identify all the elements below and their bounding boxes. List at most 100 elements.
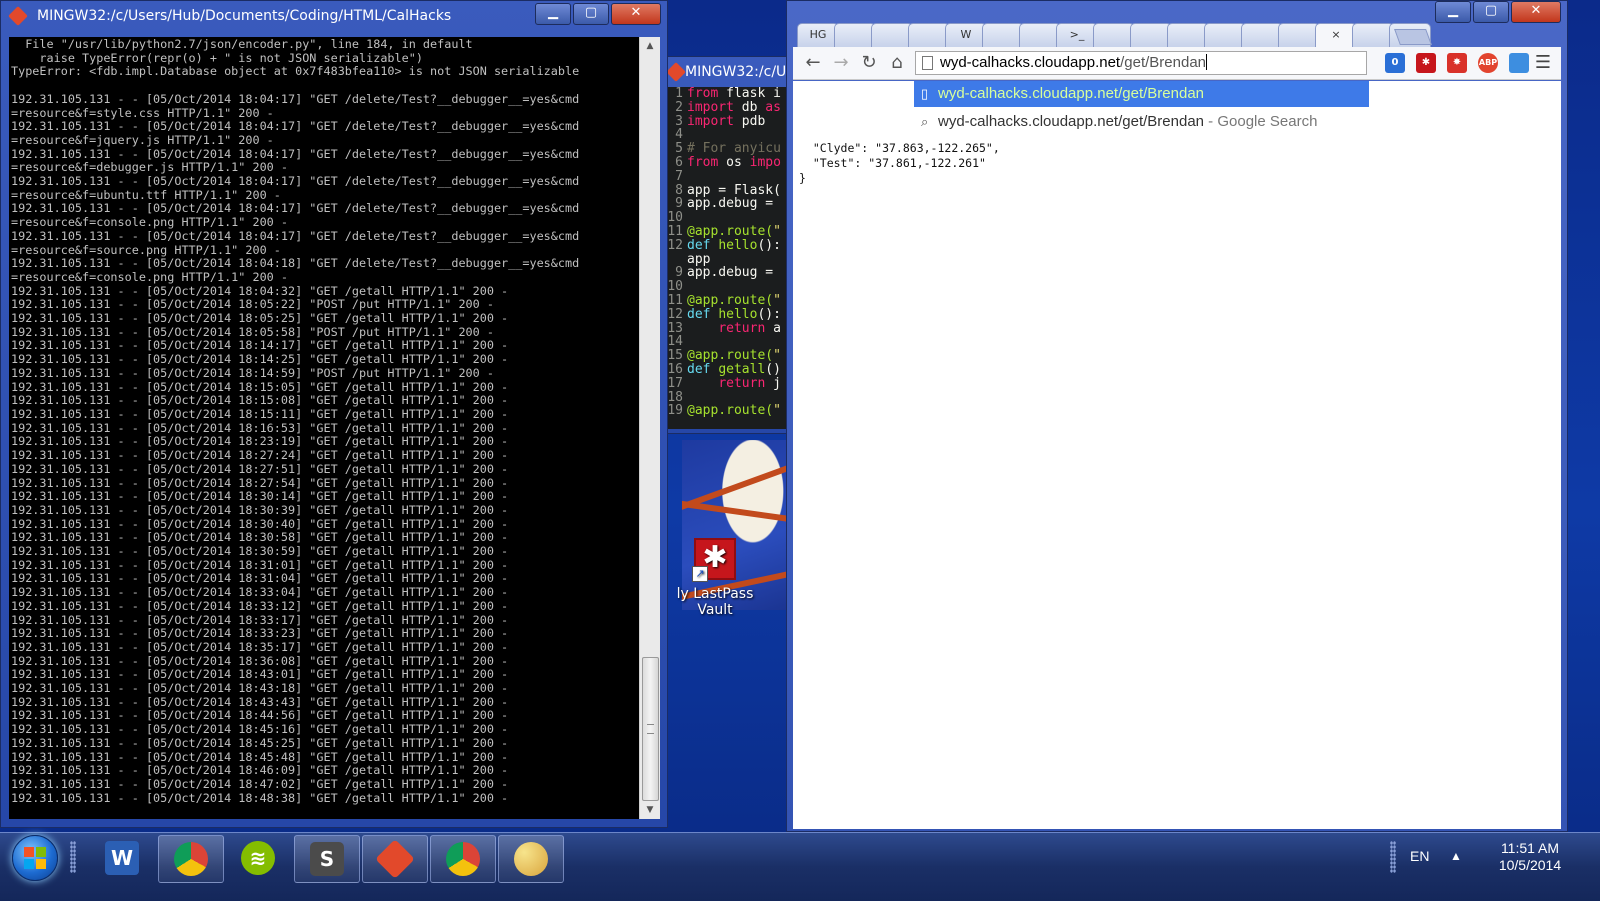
address-bar[interactable]: wyd-calhacks.cloudapp.net/get/Brendan bbox=[915, 51, 1367, 75]
clock-time: 11:51 AM bbox=[1500, 840, 1560, 856]
browser-tab[interactable] bbox=[982, 23, 1024, 48]
terminal-titlebar[interactable]: MINGW32:/c/Users/Hub/Documents/Coding/HT… bbox=[1, 1, 667, 31]
taskbar-paint-button[interactable] bbox=[498, 835, 564, 883]
code-line: 4 bbox=[667, 128, 797, 142]
page-icon bbox=[922, 56, 933, 70]
reload-icon[interactable]: ↻ bbox=[857, 51, 881, 75]
taskbar-git-button[interactable] bbox=[362, 835, 428, 883]
line-number: 1 bbox=[675, 87, 683, 101]
page-content: "Clyde": "37.863,-122.265", "Test": "37.… bbox=[793, 81, 1561, 829]
code-line: 19 @app.route(" bbox=[667, 404, 797, 418]
code-line: 16 def getall() bbox=[667, 363, 797, 377]
browser-window[interactable]: HG W >_ × ▁ ▢ ✕ ← → ↻ ⌂ wyd-calhacks.clouda… bbox=[786, 0, 1568, 832]
desktop-icon-label-line1: ly LastPass bbox=[676, 586, 754, 602]
menu-icon[interactable]: ☰ bbox=[1533, 53, 1553, 73]
terminal-scrollbar[interactable]: ▲ ▼ bbox=[639, 37, 660, 819]
code-token: def bbox=[687, 306, 719, 322]
scroll-up-icon[interactable]: ▲ bbox=[640, 37, 660, 55]
taskbar-chrome-button[interactable] bbox=[430, 835, 496, 883]
browser-toolbar: ← → ↻ ⌂ wyd-calhacks.cloudapp.net/get/Br… bbox=[793, 47, 1561, 80]
language-indicator[interactable]: EN bbox=[1410, 848, 1429, 864]
extension-icon[interactable]: ABP bbox=[1478, 53, 1498, 73]
browser-tab[interactable] bbox=[1167, 23, 1209, 48]
browser-tab[interactable]: >_ bbox=[1056, 23, 1098, 48]
code-token: (): bbox=[757, 306, 781, 322]
home-icon[interactable]: ⌂ bbox=[885, 51, 909, 75]
code-token: (): bbox=[757, 237, 781, 253]
scroll-down-icon[interactable]: ▼ bbox=[640, 801, 660, 819]
editor-window-title: MINGW32:/c/Us bbox=[685, 64, 794, 80]
browser-tab[interactable] bbox=[1204, 23, 1246, 48]
taskbar-word-button[interactable]: W bbox=[90, 835, 154, 881]
taskbar-sublime-button[interactable]: S bbox=[294, 835, 360, 883]
code-token: impo bbox=[749, 154, 781, 170]
code-token: app bbox=[687, 251, 711, 267]
suggestion-url[interactable]: ▯ wyd-calhacks.cloudapp.net/get/Brendan bbox=[914, 81, 1369, 107]
suggestion-search[interactable]: ⌕ wyd-calhacks.cloudapp.net/get/Brendan … bbox=[914, 109, 1369, 135]
url-path: /get/Brendan bbox=[1120, 54, 1207, 71]
line-number: 15 bbox=[667, 348, 683, 364]
browser-tab[interactable] bbox=[1241, 23, 1283, 48]
code-token: import bbox=[687, 113, 742, 129]
browser-tab[interactable] bbox=[1093, 23, 1135, 48]
minimize-button[interactable]: ▁ bbox=[535, 3, 571, 25]
line-number: 6 bbox=[675, 154, 683, 170]
code-line: app bbox=[667, 251, 797, 267]
browser-tab[interactable] bbox=[1278, 23, 1320, 48]
browser-tab[interactable]: HG bbox=[797, 23, 839, 48]
extension-icon[interactable]: ✸ bbox=[1447, 53, 1467, 73]
back-arrow-icon[interactable]: ← bbox=[801, 51, 825, 75]
code-view[interactable]: 1 from flask i 2 import db as 3 import pdb 4 5 #… bbox=[667, 87, 797, 429]
line-number: 12 bbox=[667, 306, 683, 322]
code-line: 13 return a bbox=[667, 321, 797, 336]
code-token: getall bbox=[718, 361, 766, 377]
line-number: 10 bbox=[667, 210, 683, 226]
line-number: 3 bbox=[675, 113, 683, 129]
editor-titlebar[interactable]: MINGW32:/c/Us bbox=[663, 57, 801, 87]
editor-terminal-window[interactable]: MINGW32:/c/Us 1 from flask i 2 import db as… bbox=[662, 56, 802, 434]
extension-icon[interactable] bbox=[1509, 53, 1529, 73]
extension-icon[interactable]: 0 bbox=[1385, 53, 1405, 73]
taskbar-chrome-button[interactable] bbox=[158, 835, 224, 883]
tab-strip: HG W >_ × ▁ ▢ ✕ bbox=[787, 1, 1567, 49]
extension-icon[interactable]: ✱ bbox=[1416, 53, 1436, 73]
browser-tab[interactable]: W bbox=[945, 23, 987, 48]
line-number: 10 bbox=[667, 279, 683, 295]
browser-tab[interactable] bbox=[871, 23, 913, 48]
lastpass-vault-shortcut[interactable]: ✱ ↗ ly LastPass Vault bbox=[668, 538, 762, 618]
terminal-window[interactable]: MINGW32:/c/Users/Hub/Documents/Coding/HT… bbox=[0, 0, 668, 828]
line-number: 8 bbox=[675, 182, 683, 198]
browser-tab[interactable] bbox=[1019, 23, 1061, 48]
maximize-button[interactable]: ▢ bbox=[573, 3, 609, 25]
line-number: 19 bbox=[667, 403, 683, 419]
forward-arrow-icon[interactable]: → bbox=[829, 51, 853, 75]
browser-close-button[interactable]: ✕ bbox=[1511, 1, 1561, 23]
start-button[interactable] bbox=[12, 835, 58, 881]
taskbar: W ≋ S EN ▲ 11:51 AM 10/5/2014 bbox=[0, 832, 1600, 901]
code-token: return bbox=[718, 375, 774, 391]
browser-tab[interactable] bbox=[834, 23, 876, 48]
scrollbar-thumb[interactable] bbox=[642, 657, 659, 801]
browser-tab[interactable] bbox=[1130, 23, 1172, 48]
code-line: 14 bbox=[667, 335, 797, 349]
browser-tab[interactable] bbox=[1352, 23, 1394, 48]
browser-tab[interactable] bbox=[908, 23, 950, 48]
code-token: app.debug = bbox=[687, 265, 781, 281]
show-hidden-icons-icon[interactable]: ▲ bbox=[1450, 849, 1462, 863]
code-token: app = Flask( bbox=[687, 182, 781, 198]
close-button[interactable]: ✕ bbox=[611, 3, 661, 25]
terminal-log: File "/usr/lib/python2.7/json/encoder.py… bbox=[11, 37, 580, 805]
new-tab-button[interactable] bbox=[1394, 29, 1432, 45]
line-number: 2 bbox=[675, 99, 683, 115]
browser-minimize-button[interactable]: ▁ bbox=[1435, 1, 1471, 23]
suggestion-hint: - Google Search bbox=[1204, 113, 1318, 130]
terminal-output[interactable]: File "/usr/lib/python2.7/json/encoder.py… bbox=[9, 37, 639, 819]
code-line: 1 from flask i bbox=[667, 87, 797, 101]
git-icon bbox=[8, 6, 28, 26]
browser-maximize-button[interactable]: ▢ bbox=[1473, 1, 1509, 23]
clock[interactable]: 11:51 AM 10/5/2014 bbox=[1480, 840, 1580, 874]
taskbar-spotify-button[interactable]: ≋ bbox=[226, 835, 290, 881]
tab-active-close-icon[interactable]: × bbox=[1315, 23, 1357, 49]
code-line: 10 bbox=[667, 211, 797, 225]
